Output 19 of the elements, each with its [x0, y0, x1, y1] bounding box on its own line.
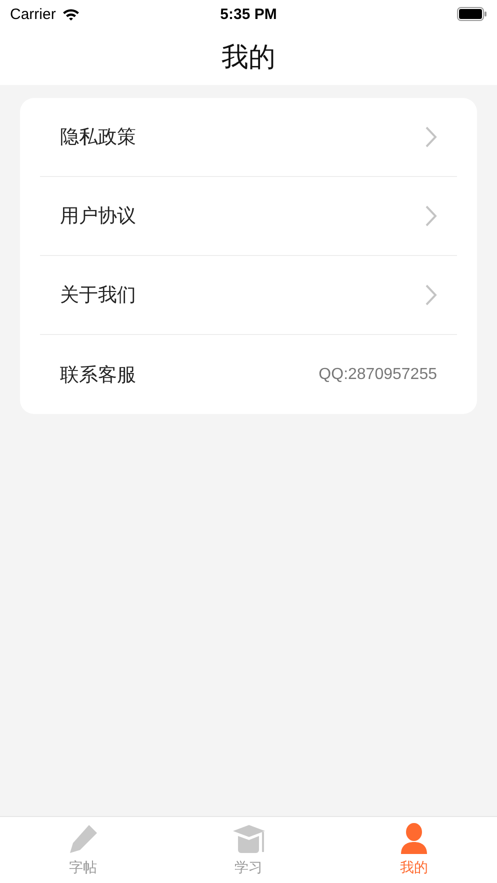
menu-label: 用户协议: [60, 204, 137, 229]
menu-label: 关于我们: [60, 283, 137, 308]
person-icon: [399, 823, 430, 855]
page-title: 我的: [222, 40, 276, 74]
menu-item[interactable]: 隐私政策: [40, 98, 457, 177]
carrier-name: Carrier: [10, 6, 56, 22]
menu-label: 联系客服: [60, 362, 137, 388]
wifi-icon: [62, 8, 80, 20]
battery-icon: [457, 7, 488, 21]
menu-item[interactable]: 关于我们: [40, 256, 457, 335]
menu-item[interactable]: 联系客服 QQ:2870957255: [40, 335, 457, 414]
graduation-cap-icon: [232, 823, 266, 855]
chevron-icon: [425, 205, 437, 227]
menu-label: 隐私政策: [60, 125, 137, 150]
status-time: 5:35 PM: [220, 6, 277, 22]
chevron-icon: [425, 284, 437, 306]
menu-item[interactable]: 用户协议: [40, 177, 457, 256]
contact-value: QQ:2870957255: [318, 366, 437, 384]
chevron-icon: [425, 126, 437, 148]
